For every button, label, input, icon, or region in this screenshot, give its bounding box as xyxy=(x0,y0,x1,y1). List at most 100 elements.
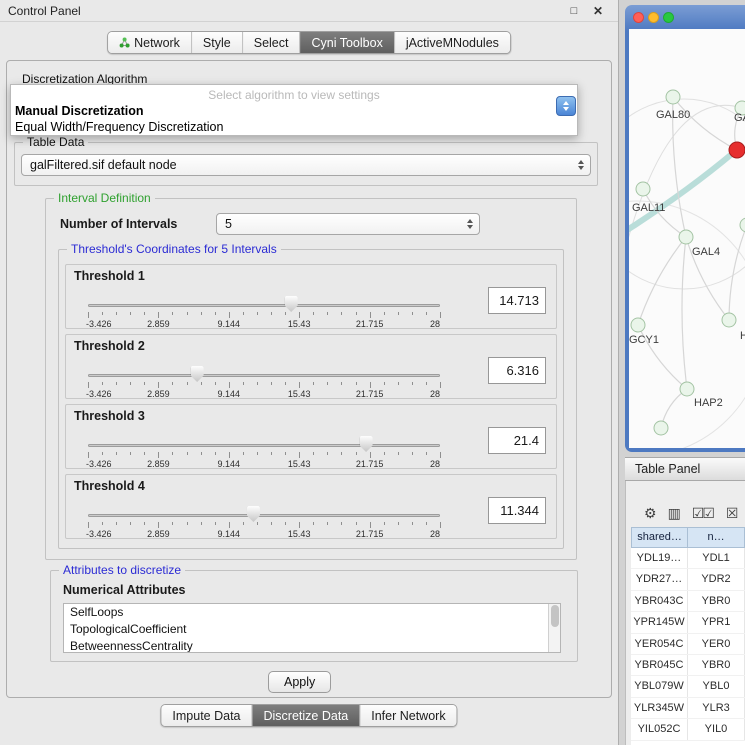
tab-label: Style xyxy=(203,36,231,50)
threshold-value-field[interactable]: 11.344 xyxy=(488,497,546,524)
number-of-intervals-combo[interactable]: 5 xyxy=(216,213,480,235)
network-icon xyxy=(119,37,130,48)
slider-thumb[interactable] xyxy=(247,506,260,522)
tab-select[interactable]: Select xyxy=(242,32,300,53)
slider-scale-label: -3.426 xyxy=(86,459,112,469)
table-row[interactable]: YBR045CYBR0 xyxy=(631,655,745,676)
selected-node[interactable] xyxy=(729,142,745,158)
slider-thumb[interactable] xyxy=(285,296,298,312)
threshold-label: Threshold 4 xyxy=(74,479,145,493)
column-header[interactable]: shared… xyxy=(631,527,688,548)
table-data-combo[interactable]: galFiltered.sif default node xyxy=(21,154,591,176)
table-row[interactable]: YBL079WYBL0 xyxy=(631,676,745,697)
window-zoom-icon[interactable] xyxy=(663,12,674,23)
slider-scale-label: 2.859 xyxy=(147,319,170,329)
window-close-icon[interactable] xyxy=(633,12,644,23)
slider-ticks xyxy=(88,522,440,529)
slider-scale-label: 9.144 xyxy=(218,529,241,539)
threshold-slider[interactable]: -3.4262.8599.14415.4321.71528 xyxy=(88,431,440,469)
panel-title: Control Panel xyxy=(8,4,81,18)
table-row[interactable]: YLR345WYLR3 xyxy=(631,698,745,719)
tab-impute-data[interactable]: Impute Data xyxy=(161,705,251,726)
threshold-value-field[interactable]: 14.713 xyxy=(488,287,546,314)
interval-definition-section: Interval Definition Number of Intervals … xyxy=(45,198,577,560)
slider-track[interactable] xyxy=(88,374,440,377)
threshold-panel: Threshold 1 -3.4262.8599.14415.4321.7152… xyxy=(65,264,557,329)
slider-scale-label: 9.144 xyxy=(218,319,241,329)
table-row[interactable]: YPR145WYPR1 xyxy=(631,612,745,633)
slider-scale-labels: -3.4262.8599.14415.4321.71528 xyxy=(88,319,440,329)
network-node[interactable] xyxy=(654,421,668,435)
table-cell: YBL0 xyxy=(688,676,745,696)
tab-label: Discretize Data xyxy=(264,709,349,723)
table-row[interactable]: YDR27…YDR2 xyxy=(631,569,745,590)
gear-icon[interactable]: ⚙ xyxy=(644,505,655,521)
threshold-value-field[interactable]: 21.4 xyxy=(488,427,546,454)
table-cell: YPR1 xyxy=(688,612,745,632)
table-row[interactable]: YER054CYER0 xyxy=(631,634,745,655)
table-cell: YIL0 xyxy=(688,719,745,739)
columns-icon[interactable]: ▥ xyxy=(668,505,679,521)
attribute-item[interactable]: SelfLoops xyxy=(64,604,560,621)
threshold-slider[interactable]: -3.4262.8599.14415.4321.71528 xyxy=(88,291,440,329)
network-node[interactable] xyxy=(666,90,680,104)
network-node[interactable] xyxy=(740,218,745,232)
tab-label: Infer Network xyxy=(371,709,445,723)
tab-jactivemnodules[interactable]: jActiveMNodules xyxy=(394,32,510,53)
slider-scale-label: 15.43 xyxy=(288,529,311,539)
table-row[interactable]: YBR043CYBR0 xyxy=(631,591,745,612)
network-node[interactable] xyxy=(636,182,650,196)
network-node[interactable] xyxy=(679,230,693,244)
slider-track[interactable] xyxy=(88,514,440,517)
network-node[interactable] xyxy=(722,313,736,327)
network-edge[interactable] xyxy=(682,237,687,389)
algorithm-option[interactable]: Equal Width/Frequency Discretization xyxy=(11,119,577,135)
numerical-attributes-list[interactable]: SelfLoopsTopologicalCoefficientBetweenne… xyxy=(63,603,561,653)
scrollbar-thumb[interactable] xyxy=(551,605,559,627)
tab-infer-network[interactable]: Infer Network xyxy=(359,705,456,726)
network-canvas[interactable]: GAL80GAGAL11GAL4GCY1HHAP2 xyxy=(629,29,745,448)
clear-columns-icon[interactable]: ☒ xyxy=(726,505,737,521)
attribute-item[interactable]: TopologicalCoefficient xyxy=(64,621,560,638)
slider-scale-label: 2.859 xyxy=(147,459,170,469)
table-data-value: galFiltered.sif default node xyxy=(30,155,177,175)
column-header[interactable]: n… xyxy=(688,527,745,548)
number-of-intervals-label: Number of Intervals xyxy=(60,217,177,231)
threshold-slider[interactable]: -3.4262.8599.14415.4321.71528 xyxy=(88,361,440,399)
tab-network[interactable]: Network xyxy=(108,32,191,53)
combo-arrows-icon xyxy=(467,219,473,229)
tab-cyni-toolbox[interactable]: Cyni Toolbox xyxy=(299,32,393,53)
threshold-value-field[interactable]: 6.316 xyxy=(488,357,546,384)
apply-button[interactable]: Apply xyxy=(268,671,331,693)
list-scrollbar[interactable] xyxy=(548,604,560,652)
close-icon[interactable]: ✕ xyxy=(590,3,606,19)
tab-discretize-data[interactable]: Discretize Data xyxy=(252,705,360,726)
slider-thumb[interactable] xyxy=(191,366,204,382)
float-window-icon[interactable]: □ xyxy=(566,3,582,19)
tab-style[interactable]: Style xyxy=(191,32,242,53)
network-node[interactable] xyxy=(631,318,645,332)
table-cell: YBR0 xyxy=(688,655,745,675)
slider-scale-label: 15.43 xyxy=(288,459,311,469)
table-row[interactable]: YDL19…YDL1 xyxy=(631,548,745,569)
slider-track[interactable] xyxy=(88,304,440,307)
algorithm-combo-arrows[interactable] xyxy=(556,96,576,116)
algorithm-option[interactable]: Manual Discretization xyxy=(11,103,577,119)
slider-scale-labels: -3.4262.8599.14415.4321.71528 xyxy=(88,459,440,469)
table-body: YDL19…YDL1YDR27…YDR2YBR043CYBR0YPR145WYP… xyxy=(631,548,745,741)
select-all-columns-icon[interactable]: ☑☑ xyxy=(692,505,713,521)
window-minimize-icon[interactable] xyxy=(648,12,659,23)
table-cell: YER0 xyxy=(688,634,745,654)
slider-scale-label: 28 xyxy=(430,529,440,539)
table-cell: YER054C xyxy=(631,634,688,654)
table-row[interactable]: YIL052CYIL0 xyxy=(631,719,745,740)
attribute-item[interactable]: BetweennessCentrality xyxy=(64,638,560,653)
table-cell: YDR2 xyxy=(688,569,745,589)
slider-thumb[interactable] xyxy=(360,436,373,452)
network-node[interactable] xyxy=(680,382,694,396)
threshold-slider[interactable]: -3.4262.8599.14415.4321.71528 xyxy=(88,501,440,539)
control-panel-titlebar: Control Panel □ ✕ xyxy=(0,0,618,22)
number-of-intervals-value: 5 xyxy=(225,214,232,234)
top-tab-bar: Network Style SelectCyni ToolboxjActiveMNo… xyxy=(107,31,511,54)
slider-track[interactable] xyxy=(88,444,440,447)
